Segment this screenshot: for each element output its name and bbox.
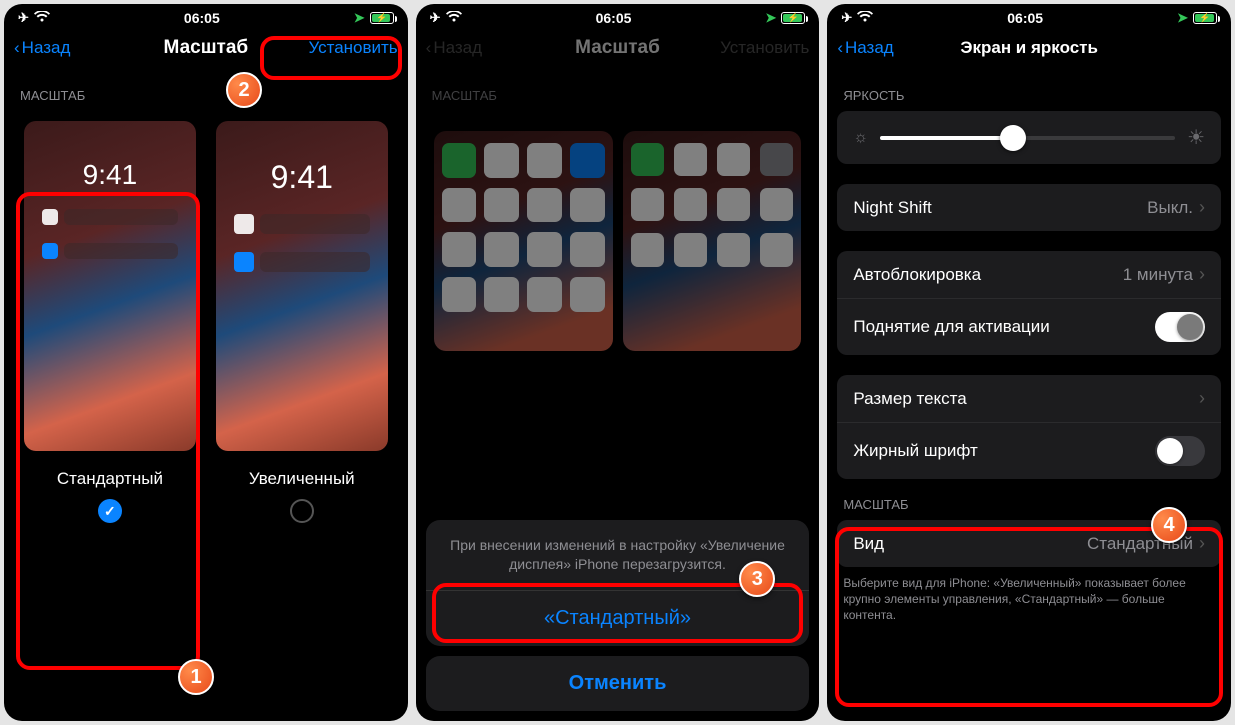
location-icon: ➤ xyxy=(1177,10,1188,26)
bold-text-label: Жирный шрифт xyxy=(853,441,977,461)
nav-bar: ‹ Назад Масштаб Установить xyxy=(416,30,820,70)
section-header-zoom: МАСШТАБ xyxy=(416,70,820,111)
back-button[interactable]: ‹ Назад xyxy=(14,38,114,58)
status-time: 06:05 xyxy=(596,10,632,26)
nav-title: Масштаб xyxy=(575,37,660,59)
label-zoomed: Увеличенный xyxy=(249,469,355,489)
airplane-mode-icon: ✈︎ xyxy=(18,10,29,26)
screen-3-display-brightness: ✈︎ 06:05 ➤ ⚡ ‹ Назад Экран и яркость ЯРК… xyxy=(827,4,1231,721)
app-grid-zoomed xyxy=(623,131,802,351)
view-label: Вид xyxy=(853,534,884,554)
raise-to-wake-row: Поднятие для активации xyxy=(837,298,1221,355)
preview-standard: 9:41 xyxy=(24,121,196,451)
night-shift-label: Night Shift xyxy=(853,198,931,218)
section-header-zoom: МАСШТАБ xyxy=(4,70,408,111)
label-standard: Стандартный xyxy=(57,469,163,489)
radio-standard[interactable] xyxy=(98,499,122,523)
brightness-slider[interactable] xyxy=(880,136,1175,140)
action-sheet: При внесении изменений в настройку «Увел… xyxy=(416,510,820,721)
app-previews xyxy=(416,111,820,351)
airplane-mode-icon: ✈︎ xyxy=(430,10,441,26)
airplane-mode-icon: ✈︎ xyxy=(841,10,852,26)
brightness-header: ЯРКОСТЬ xyxy=(827,70,1231,111)
wifi-icon xyxy=(446,11,462,26)
chevron-left-icon: ‹ xyxy=(14,38,20,58)
text-size-row[interactable]: Размер текста › xyxy=(837,375,1221,422)
brightness-slider-row: ☼ ☀ xyxy=(837,111,1221,164)
nav-bar: ‹ Назад Масштаб Установить xyxy=(4,30,408,70)
location-icon: ➤ xyxy=(354,10,365,26)
step-badge-2: 2 xyxy=(226,72,262,108)
raise-to-wake-toggle[interactable] xyxy=(1155,312,1205,342)
nav-bar: ‹ Назад Экран и яркость xyxy=(827,30,1231,70)
battery-icon: ⚡ xyxy=(1193,12,1217,24)
screen-1-display-zoom: ✈︎ 06:05 ➤ ⚡ ‹ Назад Масштаб Установить … xyxy=(4,4,408,721)
status-time: 06:05 xyxy=(1007,10,1043,26)
status-bar: ✈︎ 06:05 ➤ ⚡ xyxy=(4,4,408,30)
status-time: 06:05 xyxy=(184,10,220,26)
text-size-label: Размер текста xyxy=(853,389,966,409)
autolock-label: Автоблокировка xyxy=(853,265,981,285)
back-button: ‹ Назад xyxy=(426,38,526,58)
chevron-left-icon: ‹ xyxy=(426,38,432,58)
autolock-value: 1 минута xyxy=(1123,265,1193,285)
cancel-button[interactable]: Отменить xyxy=(426,656,810,711)
location-icon: ➤ xyxy=(765,10,776,26)
zoom-option-standard[interactable]: 9:41 Стандартный xyxy=(24,121,196,523)
chevron-right-icon: › xyxy=(1199,388,1205,409)
view-footer: Выберите вид для iPhone: «Увеличенный» п… xyxy=(827,567,1231,632)
zoom-option-zoomed[interactable]: 9:41 Увеличенный xyxy=(216,121,388,523)
wifi-icon xyxy=(857,11,873,26)
chevron-right-icon: › xyxy=(1199,197,1205,218)
confirm-standard-button[interactable]: «Стандартный» xyxy=(426,590,810,646)
step-badge-4: 4 xyxy=(1151,507,1187,543)
sun-large-icon: ☀ xyxy=(1187,125,1205,150)
raise-to-wake-label: Поднятие для активации xyxy=(853,317,1049,337)
nav-title: Масштаб xyxy=(164,37,249,59)
sun-small-icon: ☼ xyxy=(853,129,868,147)
night-shift-row[interactable]: Night Shift Выкл. › xyxy=(837,184,1221,231)
step-badge-1: 1 xyxy=(178,659,214,695)
chevron-right-icon: › xyxy=(1199,264,1205,285)
bold-text-toggle[interactable] xyxy=(1155,436,1205,466)
chevron-right-icon: › xyxy=(1199,533,1205,554)
chevron-left-icon: ‹ xyxy=(837,38,843,58)
nav-title: Экран и яркость xyxy=(960,38,1098,58)
back-button[interactable]: ‹ Назад xyxy=(837,38,937,58)
set-button[interactable]: Установить xyxy=(298,38,398,58)
app-grid-standard xyxy=(434,131,613,351)
night-shift-value: Выкл. xyxy=(1147,198,1193,218)
bold-text-row: Жирный шрифт xyxy=(837,422,1221,479)
battery-icon: ⚡ xyxy=(370,12,394,24)
status-bar: ✈︎ 06:05 ➤ ⚡ xyxy=(416,4,820,30)
autolock-row[interactable]: Автоблокировка 1 минута › xyxy=(837,251,1221,298)
screen-2-action-sheet: ✈︎ 06:05 ➤ ⚡ ‹ Назад Масштаб Установить … xyxy=(416,4,820,721)
set-button: Установить xyxy=(709,38,809,58)
battery-icon: ⚡ xyxy=(781,12,805,24)
radio-zoomed[interactable] xyxy=(290,499,314,523)
zoom-options: 9:41 Стандартный 9:41 Увеличенный xyxy=(4,111,408,533)
wifi-icon xyxy=(34,11,50,26)
status-bar: ✈︎ 06:05 ➤ ⚡ xyxy=(827,4,1231,30)
preview-zoomed: 9:41 xyxy=(216,121,388,451)
